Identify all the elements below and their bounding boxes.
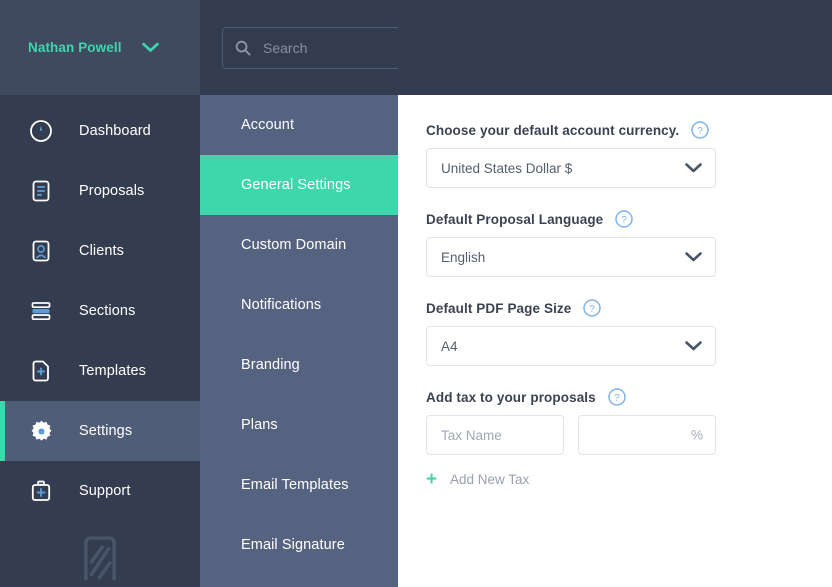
tax-rate-wrap: % [578,415,716,455]
tax-name-input[interactable] [426,415,564,455]
chevron-down-icon[interactable] [141,42,159,53]
subnav-item-custom-domain[interactable]: Custom Domain [200,215,398,275]
help-circle-icon[interactable]: ? [615,210,634,228]
sidebar-item-sections[interactable]: Sections [0,281,200,341]
currency-field-group: Choose your default account currency. ? … [426,121,832,188]
gauge-icon [28,118,54,144]
language-label-row: Default Proposal Language ? [426,210,832,228]
subnav-item-general-settings[interactable]: General Settings [200,155,398,215]
language-label: Default Proposal Language [426,211,604,227]
svg-text:?: ? [590,304,596,315]
tax-rate-input[interactable] [578,415,716,455]
page-size-label: Default PDF Page Size [426,300,572,316]
primary-sidebar: Nathan Powell Dashboard Proposals Client… [0,0,200,587]
language-select-wrap: English [426,237,716,277]
sidebar-item-label: Templates [79,363,146,379]
document-plus-icon [28,358,54,384]
language-select[interactable]: English [426,237,716,277]
n-logo-watermark [74,535,126,587]
tax-inputs-row: % [426,415,832,455]
app-root: Nathan Powell Dashboard Proposals Client… [0,0,832,587]
add-new-tax-label: Add New Tax [450,472,530,487]
subnav-item-notifications[interactable]: Notifications [200,275,398,335]
gear-icon [28,418,54,444]
sidebar-item-clients[interactable]: Clients [0,221,200,281]
settings-subnav: Account General Settings Custom Domain N… [200,95,398,587]
sidebar-item-label: Settings [79,423,133,439]
stacked-bars-icon [28,298,54,324]
tax-label-row: Add tax to your proposals ? [426,388,832,406]
language-field-group: Default Proposal Language ? English [426,210,832,277]
currency-label: Choose your default account currency. [426,122,680,138]
page-size-field-group: Default PDF Page Size ? A4 [426,299,832,366]
sidebar-item-support[interactable]: Support [0,461,200,521]
plus-icon: + [426,469,438,490]
subnav-item-email-signature[interactable]: Email Signature [200,515,398,575]
tax-label: Add tax to your proposals [426,389,596,405]
chevron-down-icon[interactable] [685,341,702,352]
currency-select[interactable]: United States Dollar $ [426,148,716,188]
main-content: Choose your default account currency. ? … [398,0,832,587]
sidebar-nav: Dashboard Proposals Clients Sections Tem… [0,95,200,521]
help-circle-icon[interactable]: ? [608,388,626,406]
page-size-label-row: Default PDF Page Size ? [426,299,832,317]
search-bar-container [200,0,446,95]
person-card-icon [28,238,54,264]
sidebar-item-label: Dashboard [79,123,151,139]
user-menu[interactable]: Nathan Powell [0,0,200,95]
help-circle-icon[interactable]: ? [583,299,602,317]
sidebar-item-label: Clients [79,243,125,259]
sidebar-item-label: Sections [79,303,136,319]
sidebar-item-proposals[interactable]: Proposals [0,161,200,221]
tax-field-group: Add tax to your proposals ? % [426,388,832,489]
page-size-select[interactable]: A4 [426,326,716,366]
help-circle-icon[interactable]: ? [691,121,710,139]
add-new-tax-button[interactable]: + Add New Tax [426,470,832,489]
sidebar-item-dashboard[interactable]: Dashboard [0,101,200,161]
subnav-item-branding[interactable]: Branding [200,335,398,395]
sidebar-item-label: Proposals [79,183,145,199]
svg-text:?: ? [622,215,628,226]
subnav-item-plans[interactable]: Plans [200,395,398,455]
chevron-down-icon[interactable] [685,252,702,263]
search-icon [235,40,251,56]
page-size-select-wrap: A4 [426,326,716,366]
document-lines-icon [28,178,54,204]
subnav-item-account[interactable]: Account [200,95,398,155]
currency-label-row: Choose your default account currency. ? [426,121,832,139]
header-bar [398,0,832,95]
sidebar-item-label: Support [79,483,131,499]
currency-select-wrap: United States Dollar $ [426,148,716,188]
svg-text:?: ? [614,393,620,404]
subnav-item-email-templates[interactable]: Email Templates [200,455,398,515]
user-name: Nathan Powell [28,40,122,55]
chevron-down-icon[interactable] [685,163,702,174]
secondary-nav-column: Account General Settings Custom Domain N… [200,0,446,587]
sidebar-item-templates[interactable]: Templates [0,341,200,401]
briefcase-plus-icon [28,478,54,504]
general-settings-form: Choose your default account currency. ? … [398,95,832,489]
svg-text:?: ? [697,126,703,137]
sidebar-item-settings[interactable]: Settings [0,401,200,461]
